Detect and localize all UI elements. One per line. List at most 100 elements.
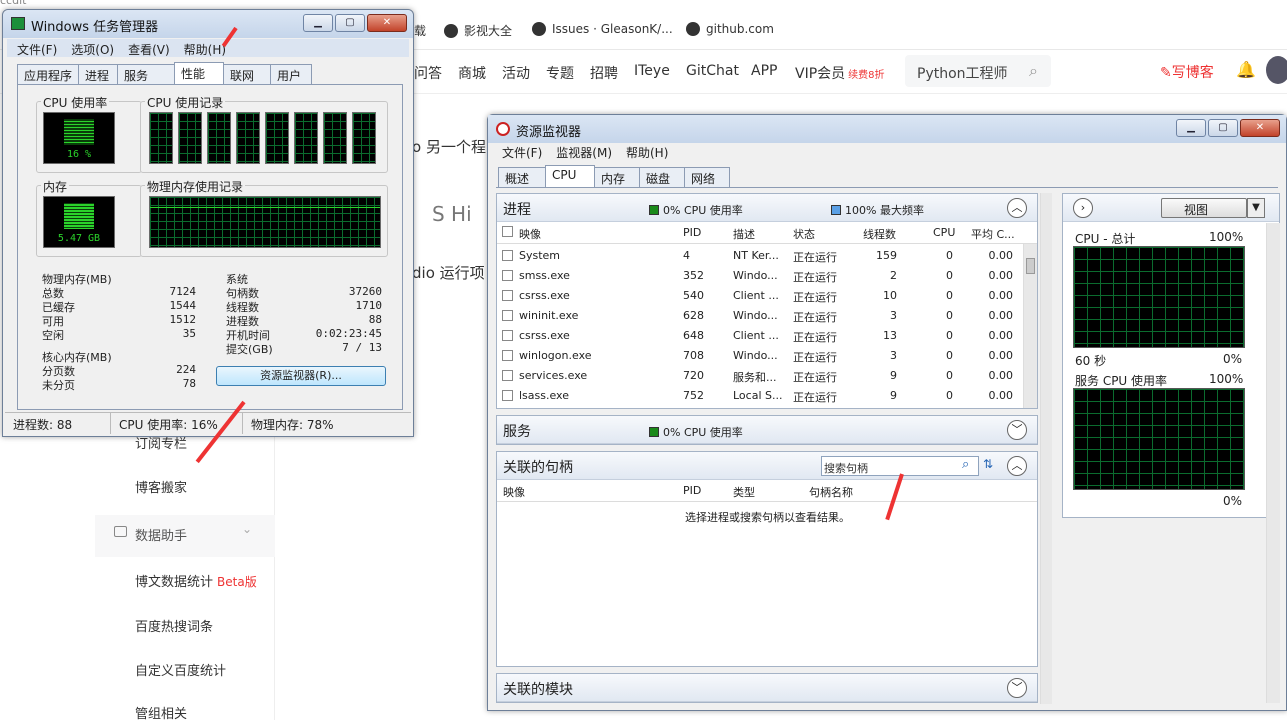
col-type[interactable]: 类型 <box>733 484 755 500</box>
avatar[interactable] <box>1266 56 1287 84</box>
tab-services[interactable]: 服务 <box>117 64 176 84</box>
sidebar-item[interactable]: 博客搬家 <box>135 477 187 496</box>
sidebar-item[interactable]: 自定义百度统计 <box>135 660 226 679</box>
process-row[interactable]: lsass.exe 752 Local S... 正在运行 9 0 0.00 <box>497 386 1037 406</box>
process-row[interactable]: winlogon.exe 708 Windo... 正在运行 3 0 0.00 <box>497 346 1037 366</box>
right-pane-scrollbar[interactable] <box>1266 223 1280 703</box>
tab-network[interactable]: 网络 <box>684 167 730 187</box>
nav-item[interactable]: APP <box>751 63 777 79</box>
process-row[interactable]: smss.exe 352 Windo... 正在运行 2 0 0.00 <box>497 266 1037 286</box>
process-row[interactable]: wininit.exe 628 Windo... 正在运行 3 0 0.00 <box>497 306 1037 326</box>
bookmark-3[interactable]: Issues · GleasonK/... <box>532 22 673 36</box>
graph-time-label: 60 秒 <box>1075 354 1107 368</box>
menu-file[interactable]: 文件(F) <box>17 41 57 58</box>
col-handle-name[interactable]: 句柄名称 <box>809 484 853 500</box>
write-blog-button[interactable]: ✎写博客 <box>1160 62 1214 82</box>
menu-file[interactable]: 文件(F) <box>502 144 542 161</box>
process-row[interactable]: System 4 NT Ker... 正在运行 159 0 0.00 <box>497 246 1037 266</box>
nav-item-vip[interactable]: VIP会员 续费8折 <box>795 63 885 83</box>
close-button[interactable]: ✕ <box>367 14 407 32</box>
view-dropdown[interactable]: 视图 <box>1161 198 1247 218</box>
maximize-button[interactable]: ▢ <box>335 14 365 32</box>
bell-icon[interactable]: 🔔 <box>1236 60 1256 79</box>
tab-performance[interactable]: 性能 <box>174 62 225 84</box>
resource-monitor-titlebar[interactable]: 资源监视器 ▁ ▢ ✕ <box>488 115 1286 143</box>
menu-view[interactable]: 查看(V) <box>128 41 170 58</box>
task-manager-titlebar[interactable]: Windows 任务管理器 ▁ ▢ ✕ <box>3 10 413 38</box>
row-checkbox[interactable] <box>502 250 513 261</box>
minimize-button[interactable]: ▁ <box>303 14 333 32</box>
sidebar-item[interactable]: 百度热搜词条 <box>135 616 213 635</box>
nav-item[interactable]: 活动 <box>502 63 530 83</box>
tab-networking[interactable]: 联网 <box>223 64 272 84</box>
dropdown-arrow-icon[interactable]: ▼ <box>1247 198 1265 218</box>
nav-item[interactable]: 问答 <box>414 63 442 83</box>
expand-down-icon[interactable]: ﹀ <box>1007 678 1027 698</box>
select-all-checkbox[interactable] <box>502 226 513 237</box>
col-cpu[interactable]: CPU <box>933 226 955 239</box>
process-scrollbar[interactable] <box>1023 244 1037 408</box>
col-image[interactable]: 映像 <box>503 484 525 500</box>
chevron-down-icon[interactable]: ⌄ <box>242 522 252 536</box>
col-threads[interactable]: 线程数 <box>863 226 896 242</box>
nav-item[interactable]: 商城 <box>458 63 486 83</box>
col-description[interactable]: 描述 <box>733 226 755 242</box>
process-row[interactable]: services.exe 720 服务和... 正在运行 9 0 0.00 <box>497 366 1037 386</box>
services-section-header[interactable]: 服务 0% CPU 使用率 ﹀ <box>497 416 1037 444</box>
collapse-up-icon[interactable]: ︿ <box>1007 198 1027 218</box>
bookmark-4[interactable]: github.com <box>686 22 774 36</box>
minimize-button[interactable]: ▁ <box>1176 119 1206 137</box>
row-checkbox[interactable] <box>502 290 513 301</box>
nav-item[interactable]: 专题 <box>546 63 574 83</box>
col-status[interactable]: 状态 <box>793 226 815 242</box>
menu-monitor[interactable]: 监视器(M) <box>556 144 612 161</box>
tab-overview[interactable]: 概述 <box>498 167 546 187</box>
row-checkbox[interactable] <box>502 350 513 361</box>
row-checkbox[interactable] <box>502 330 513 341</box>
tab-applications[interactable]: 应用程序 <box>17 64 80 84</box>
search-icon[interactable]: ⌕ <box>1029 61 1038 81</box>
menu-help[interactable]: 帮助(H) <box>184 41 226 58</box>
row-checkbox[interactable] <box>502 270 513 281</box>
tab-processes[interactable]: 进程 <box>78 64 119 84</box>
col-avg-cpu[interactable]: 平均 C... <box>971 226 1015 242</box>
tab-users[interactable]: 用户 <box>270 64 313 84</box>
sidebar-item[interactable]: 博文数据统计 Beta版 <box>135 571 257 590</box>
menu-options[interactable]: 选项(O) <box>71 41 114 58</box>
maximize-button[interactable]: ▢ <box>1208 119 1238 137</box>
site-search-input[interactable]: Python工程师 ⌕ <box>905 55 1051 87</box>
nav-item[interactable]: ITeye <box>634 63 670 79</box>
col-pid[interactable]: PID <box>683 484 701 497</box>
menu-help[interactable]: 帮助(H) <box>626 144 668 161</box>
close-button[interactable]: ✕ <box>1240 119 1280 137</box>
handles-section-header[interactable]: 关联的句柄 搜索句柄 ⌕ ⇅ ︿ <box>497 452 1037 480</box>
tab-memory[interactable]: 内存 <box>594 167 640 187</box>
graph-max-label: 100% <box>1209 230 1244 244</box>
row-checkbox[interactable] <box>502 370 513 381</box>
col-image[interactable]: 映像 <box>519 226 541 242</box>
process-section-header[interactable]: 进程 0% CPU 使用率 100% 最大频率 ︿ <box>497 194 1037 222</box>
nav-item[interactable]: 招聘 <box>590 63 618 83</box>
row-checkbox[interactable] <box>502 390 513 401</box>
bookmark-2[interactable]: 影视大全 <box>444 22 512 39</box>
search-icon[interactable]: ⌕ <box>962 457 969 472</box>
expand-down-icon[interactable]: ﹀ <box>1007 420 1027 440</box>
row-checkbox[interactable] <box>502 310 513 321</box>
resource-monitor-button[interactable]: 资源监视器(R)... <box>216 366 386 386</box>
github-icon <box>532 22 546 36</box>
resmon-left-pane: 进程 0% CPU 使用率 100% 最大频率 ︿ 映像 PID 描述 状态 线… <box>496 193 1052 704</box>
chevron-right-icon[interactable]: › <box>1073 198 1093 218</box>
left-pane-scrollbar[interactable] <box>1040 193 1052 704</box>
process-row[interactable]: csrss.exe 540 Client ... 正在运行 10 0 0.00 <box>497 286 1037 306</box>
sidebar-item[interactable]: 管组相关 <box>135 703 187 722</box>
tab-disk[interactable]: 磁盘 <box>639 167 685 187</box>
collapse-up-icon[interactable]: ︿ <box>1007 456 1027 476</box>
nav-item[interactable]: GitChat <box>686 63 739 79</box>
col-pid[interactable]: PID <box>683 226 701 239</box>
tab-cpu[interactable]: CPU <box>545 165 595 187</box>
process-row[interactable]: csrss.exe 648 Client ... 正在运行 13 0 0.00 <box>497 326 1037 346</box>
modules-section-header[interactable]: 关联的模块 ﹀ <box>497 674 1037 702</box>
globe-icon <box>444 23 458 38</box>
refresh-icon[interactable]: ⇅ <box>983 457 993 471</box>
bookmark-1[interactable]: 载 <box>414 22 426 39</box>
